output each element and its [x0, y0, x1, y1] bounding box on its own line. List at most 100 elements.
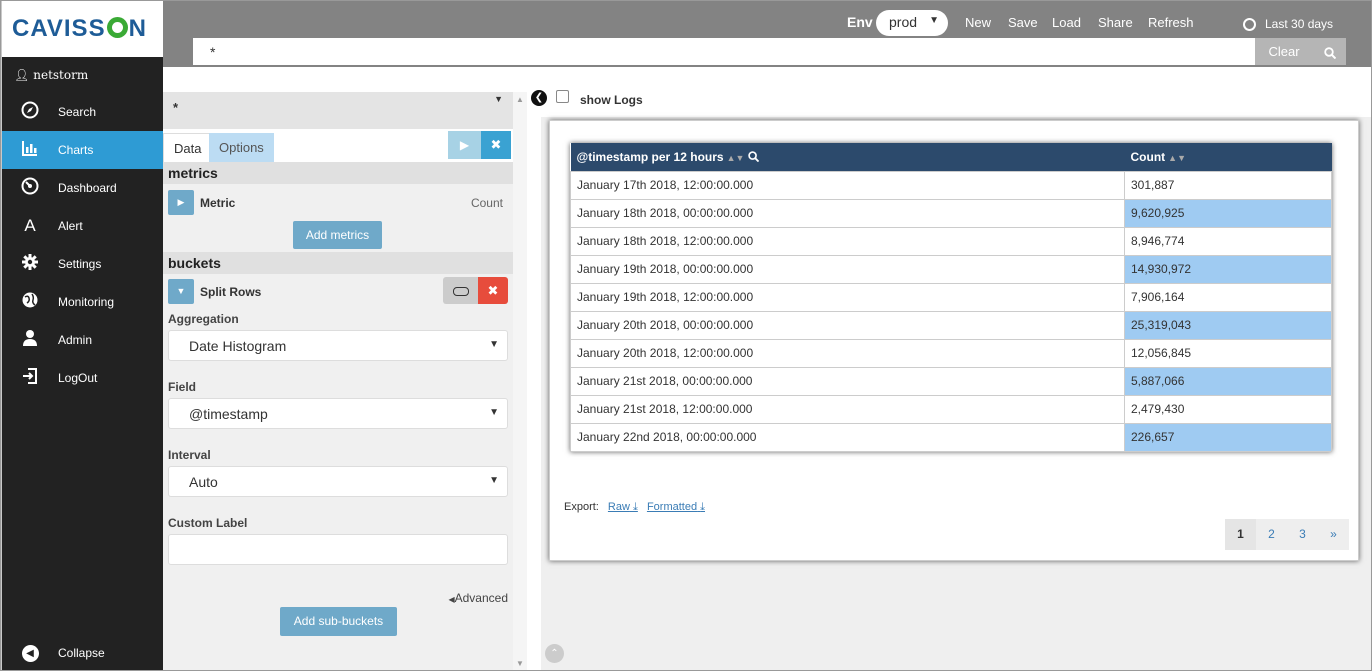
collapse-bucket-button[interactable]: ▼ [168, 279, 194, 304]
sidebar-item-monitoring[interactable]: Monitoring [2, 283, 163, 321]
timestamp-cell: January 21st 2018, 00:00:00.000 [570, 366, 1125, 396]
caret-down-icon: ▼ [176, 286, 186, 296]
vis-area: @timestamp per 12 hours ▲▼ Count ▲▼ Januar… [541, 117, 1372, 671]
sidebar-item-settings[interactable]: Settings [2, 245, 163, 283]
expand-metric-button[interactable]: ▶ [168, 190, 194, 215]
remove-bucket-button[interactable]: ✖ [478, 277, 508, 304]
time-range-picker[interactable]: Last 30 days [1243, 17, 1333, 31]
table-row: January 21st 2018, 00:00:00.000 5,887,066 [570, 366, 1332, 396]
export-formatted-link[interactable]: Formatted ⤓ [647, 501, 705, 513]
field-select[interactable]: @timestamp ▼ [168, 398, 508, 429]
caret-down-icon: ▼ [494, 94, 503, 104]
show-logs-checkbox[interactable] [556, 90, 569, 103]
caret-down-icon: ▼ [489, 475, 499, 486]
count-cell: 9,620,925 [1124, 198, 1332, 228]
custom-label-input[interactable] [168, 534, 508, 565]
sort-icon: ▲▼ [726, 152, 745, 163]
chevron-left-icon: ◀ [21, 644, 39, 662]
table-row: January 17th 2018, 12:00:00.000 301,887 [570, 170, 1332, 200]
share-button[interactable]: Share [1098, 15, 1133, 30]
caret-down-icon: ▼ [489, 339, 499, 350]
next-page-button[interactable]: » [1318, 519, 1349, 550]
sidebar-item-logout[interactable]: LogOut [2, 359, 163, 397]
clear-button[interactable]: Clear [1255, 38, 1313, 65]
count-cell: 226,657 [1124, 422, 1332, 452]
cavisson-logo: CAVISS N [2, 0, 163, 57]
play-icon: ▶ [459, 138, 470, 152]
tab-options[interactable]: Options [209, 133, 274, 162]
count-cell: 5,887,066 [1124, 366, 1332, 396]
export-label: Export: [564, 501, 599, 513]
refresh-button[interactable]: Refresh [1148, 15, 1194, 30]
column-header-count[interactable]: Count ▲▼ [1124, 143, 1332, 171]
search-button[interactable] [1313, 38, 1346, 65]
timestamp-cell: January 20th 2018, 12:00:00.000 [570, 338, 1125, 368]
caret-down-icon: ▼ [489, 407, 499, 418]
interval-select[interactable]: Auto ▼ [168, 466, 508, 497]
user-info: 👤︎ netstorm [2, 57, 163, 93]
count-cell: 12,056,845 [1124, 338, 1332, 368]
sidebar-item-admin[interactable]: Admin [2, 321, 163, 359]
bar-chart-icon [2, 139, 58, 162]
table-row: January 20th 2018, 12:00:00.000 12,056,84… [570, 338, 1332, 368]
user-icon [2, 329, 58, 352]
username: netstorm [33, 68, 89, 82]
add-metrics-button[interactable]: Add metrics [293, 221, 382, 249]
editor-tabs: Data Options ▶ ✖ [163, 129, 513, 162]
page-1-button[interactable]: 1 [1225, 519, 1256, 550]
sidebar-item-dashboard[interactable]: Dashboard [2, 169, 163, 207]
save-button[interactable]: Save [1008, 15, 1038, 30]
new-button[interactable]: New [965, 15, 991, 30]
table-header-row: @timestamp per 12 hours ▲▼ Count ▲▼ [570, 143, 1332, 171]
sidebar-item-charts[interactable]: Charts [2, 131, 163, 169]
column-header-timestamp[interactable]: @timestamp per 12 hours ▲▼ [570, 143, 1125, 171]
export-raw-link[interactable]: Raw ⤓ [608, 501, 638, 513]
vis-editor-panel: * ▼ Data Options ▶ ✖ metrics ▶ Metric Co… [163, 92, 513, 671]
export-bar: Export: Raw ⤓ Formatted ⤓ [564, 501, 705, 514]
add-sub-buckets-button[interactable]: Add sub-buckets [280, 607, 397, 636]
advanced-toggle[interactable]: ◀Advanced [448, 591, 508, 605]
count-cell: 8,946,774 [1124, 226, 1332, 256]
sidebar-item-search[interactable]: Search [2, 93, 163, 131]
table-row: January 19th 2018, 12:00:00.000 7,906,164 [570, 282, 1332, 312]
sidebar-item-alert[interactable]: A Alert [2, 207, 163, 245]
field-label: Field [168, 380, 197, 394]
pagination: 1 2 3 » [1225, 519, 1349, 550]
table-row: January 18th 2018, 00:00:00.000 9,620,925 [570, 198, 1332, 228]
page-2-button[interactable]: 2 [1256, 519, 1287, 550]
caret-down-icon: ▼ [929, 15, 939, 26]
top-bar: Env prod ▼ New Save Load Share Refresh L… [163, 0, 1372, 67]
index-pattern-header[interactable]: * ▼ [163, 92, 513, 129]
scroll-to-top-button[interactable]: ⌃ [545, 644, 564, 663]
search-icon [1323, 46, 1336, 59]
discard-button[interactable]: ✖ [481, 131, 511, 159]
timestamp-cell: January 21st 2018, 12:00:00.000 [570, 394, 1125, 424]
search-icon [748, 151, 759, 162]
table-row: January 21st 2018, 12:00:00.000 2,479,430 [570, 394, 1332, 424]
aggregation-label: Aggregation [168, 312, 239, 326]
load-button[interactable]: Load [1052, 15, 1081, 30]
buckets-section-title: buckets [163, 252, 513, 274]
timestamp-cell: January 19th 2018, 00:00:00.000 [570, 254, 1125, 284]
env-select[interactable]: prod ▼ [876, 10, 948, 36]
page-3-button[interactable]: 3 [1287, 519, 1318, 550]
editor-scrollbar[interactable]: ▲ ▼ [513, 92, 527, 671]
tab-data[interactable]: Data [163, 133, 213, 162]
table-row: January 20th 2018, 00:00:00.000 25,319,04… [570, 310, 1332, 340]
timestamp-cell: January 22nd 2018, 00:00:00.000 [570, 422, 1125, 452]
table-row: January 18th 2018, 12:00:00.000 8,946,774 [570, 226, 1332, 256]
aggregation-select[interactable]: Date Histogram ▼ [168, 330, 508, 361]
download-icon: ⤓ [633, 501, 638, 513]
table-row: January 19th 2018, 00:00:00.000 14,930,97… [570, 254, 1332, 284]
query-input[interactable]: * [193, 38, 1255, 65]
collapse-button[interactable]: ◀ Collapse [2, 635, 163, 671]
close-icon: ✖ [490, 137, 502, 152]
apply-button[interactable]: ▶ [448, 131, 481, 159]
toggle-bucket-button[interactable] [443, 277, 478, 304]
sidebar: CAVISS N 👤︎ netstorm Search Charts Dashbo… [0, 0, 163, 671]
timestamp-cell: January 18th 2018, 00:00:00.000 [570, 198, 1125, 228]
collapse-editor-button[interactable]: ❮ [531, 90, 547, 106]
dashboard-icon [2, 177, 58, 200]
env-label: Env [847, 14, 873, 30]
metric-label: Metric [200, 196, 236, 210]
